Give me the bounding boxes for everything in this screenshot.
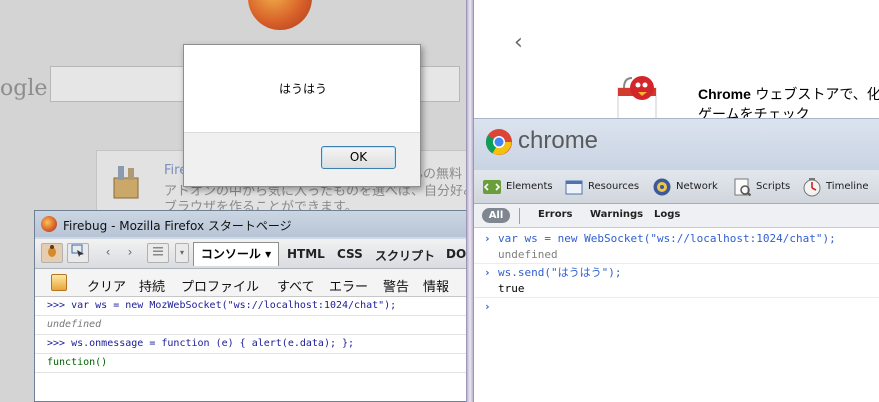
firebug-console-log: >>> var ws = new MozWebSocket("ws://loca… [35, 297, 467, 401]
chrome-wordmark: chrome [518, 127, 599, 154]
filter-warnings-button[interactable]: Warnings [590, 209, 643, 220]
tab-script[interactable]: スクリプト [375, 247, 435, 264]
alert-message: はうはう [278, 82, 327, 96]
prompt-arrow-icon: › [484, 266, 491, 279]
tab-html[interactable]: HTML [287, 247, 325, 261]
firefox-logo [248, 0, 312, 30]
break-on-error-icon[interactable] [51, 274, 67, 291]
console-command-line: >>> var ws = new MozWebSocket("ws://loca… [35, 297, 467, 316]
web-store-promo-title-bold: Chrome [698, 86, 751, 102]
network-panel-button[interactable]: Network [652, 177, 724, 199]
scripts-icon [734, 178, 752, 197]
filter-all-button[interactable]: All [482, 208, 510, 223]
inspect-icon[interactable] [67, 243, 89, 263]
persist-button[interactable]: 持続 [139, 276, 165, 295]
chrome-new-tab-page: ‹ Chrome ウェブストアで、化 ゲームをチェック [474, 0, 879, 120]
resources-panel-button[interactable]: Resources [564, 177, 644, 199]
elements-label: Elements [506, 181, 553, 192]
back-icon[interactable]: ‹ [97, 243, 119, 263]
addons-box-icon [113, 166, 139, 199]
timeline-label: Timeline [826, 181, 869, 192]
console-command-line: › ws.send("はうはう"); [474, 265, 879, 281]
firebug-bug-icon[interactable] [41, 243, 63, 263]
devtools-panel-toolbar: Elements Resources Network Scripts Timel… [474, 170, 879, 204]
list-menu-icon[interactable] [147, 243, 169, 263]
web-store-bag-icon[interactable] [614, 74, 662, 120]
timeline-panel-button[interactable]: Timeline [802, 177, 872, 199]
resources-icon [565, 180, 583, 195]
firebug-toolbar: ‹ › ▾ コンソール ▾ HTML CSS スクリプト DOM [35, 239, 467, 269]
resources-label: Resources [588, 181, 640, 192]
alert-dialog: はうはう OK [183, 44, 421, 187]
console-command-text: ws.send("はうはう"); [498, 266, 622, 279]
console-result-line[interactable]: function() [35, 354, 467, 373]
scripts-label: Scripts [756, 181, 791, 192]
elements-panel-button[interactable]: Elements [482, 177, 553, 199]
tab-dom[interactable]: DOM [446, 247, 467, 261]
filter-info-button[interactable]: 情報 [423, 276, 449, 295]
window-title: Firebug - Mozilla Firefox スタートページ [63, 219, 292, 233]
timeline-icon [803, 178, 821, 197]
filter-separator [519, 208, 520, 224]
devtools-console: › var ws = new WebSocket("ws://localhost… [474, 228, 879, 402]
console-result-line: undefined [35, 316, 467, 335]
elements-icon [483, 180, 501, 194]
network-label: Network [676, 181, 718, 192]
filter-warnings-button[interactable]: 警告 [383, 276, 409, 295]
window-divider[interactable] [466, 0, 474, 402]
console-subtoolbar: クリア 持続 プロファイル すべて エラー 警告 情報 [35, 269, 467, 297]
console-command-line: >>> ws.onmessage = function (e) { alert(… [35, 335, 467, 354]
devtools-header: chrome [474, 118, 879, 170]
console-input-prompt[interactable]: › [474, 299, 879, 315]
scripts-panel-button[interactable]: Scripts [732, 177, 794, 199]
firefox-icon [41, 216, 57, 232]
filter-logs-button[interactable]: Logs [654, 209, 680, 220]
tab-console[interactable]: コンソール ▾ [193, 242, 279, 266]
carousel-back-icon[interactable]: ‹ [514, 30, 523, 55]
filter-errors-button[interactable]: エラー [329, 276, 368, 295]
chrome-devtools: chrome Elements Resources Network Script… [474, 118, 879, 402]
profile-button[interactable]: プロファイル [181, 276, 259, 295]
firebug-window: Firebug - Mozilla Firefox スタートページ ‹ › ▾ … [34, 210, 468, 402]
web-store-promo-title-rest: ウェブストアで、化 [750, 87, 879, 103]
panel-dropdown-icon[interactable]: ▾ [175, 243, 189, 263]
console-result-line: undefined [498, 248, 558, 261]
filter-all-button[interactable]: すべて [277, 276, 315, 295]
console-separator [474, 297, 879, 298]
web-store-promo-title[interactable]: Chrome ウェブストアで、化 [698, 84, 879, 104]
console-command-text: var ws = new WebSocket("ws://localhost:1… [498, 232, 836, 245]
console-filter-bar: All Errors Warnings Logs [474, 204, 879, 228]
console-separator [474, 263, 879, 264]
filter-errors-button[interactable]: Errors [538, 209, 572, 220]
google-logo-text: ogle [0, 76, 48, 101]
console-result-line: true [498, 282, 525, 295]
tab-css[interactable]: CSS [337, 247, 363, 261]
forward-icon[interactable]: › [119, 243, 141, 263]
alert-ok-button[interactable]: OK [321, 146, 396, 169]
chrome-logo-icon [485, 129, 512, 155]
prompt-arrow-icon: › [484, 232, 491, 245]
clear-button[interactable]: クリア [87, 276, 126, 295]
prompt-arrow-icon: › [484, 300, 491, 313]
console-command-line: › var ws = new WebSocket("ws://localhost… [474, 231, 879, 247]
firebug-titlebar[interactable]: Firebug - Mozilla Firefox スタートページ [35, 211, 467, 237]
network-icon [653, 178, 671, 196]
